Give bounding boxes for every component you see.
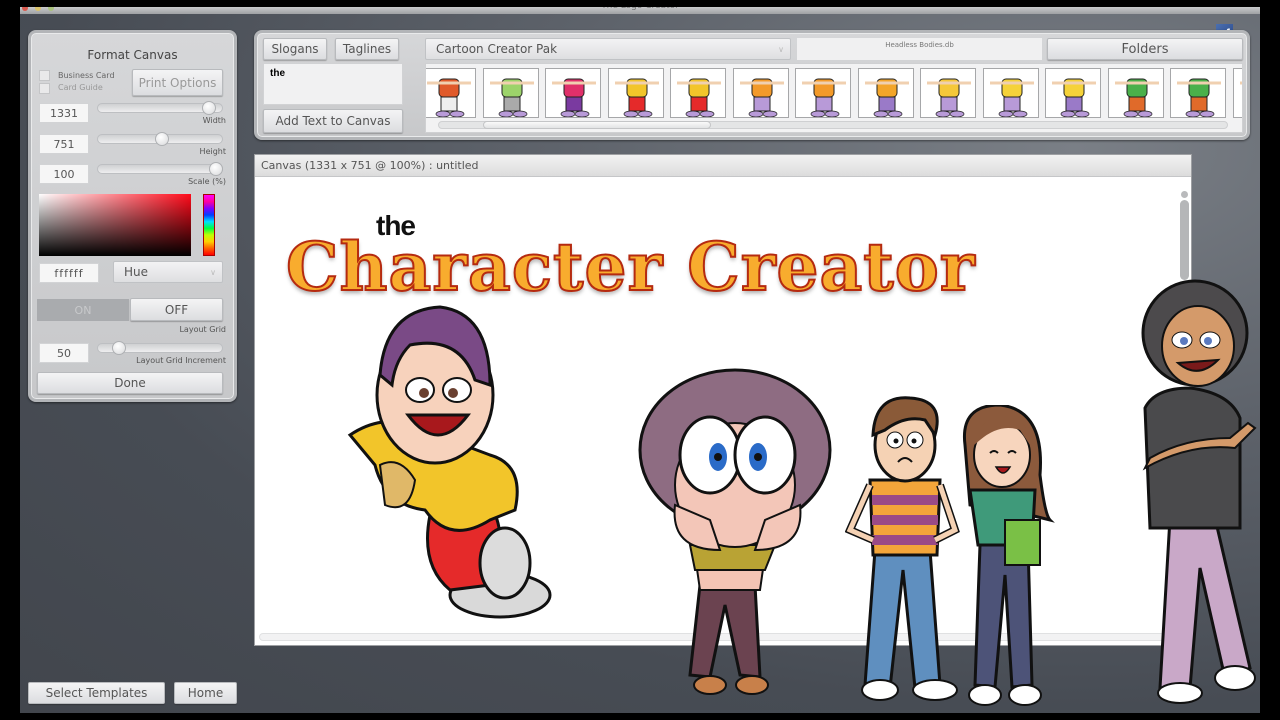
taglines-button[interactable]: Taglines (335, 38, 399, 60)
width-input[interactable]: 1331 (39, 103, 89, 123)
character-striped-shirt-boy[interactable] (845, 390, 965, 710)
grid-increment-slider[interactable] (97, 341, 223, 355)
hue-slider[interactable] (203, 194, 215, 256)
width-slider-thumb[interactable] (202, 101, 216, 115)
scale-input[interactable]: 100 (39, 164, 89, 184)
assets-panel: Slogans Taglines the Add Text to Canvas … (254, 30, 1250, 140)
thumbnail-yellow-dress-waving[interactable] (920, 68, 976, 118)
business-card-checkbox[interactable] (39, 70, 50, 81)
window-title: The Logo Creator (20, 7, 1260, 11)
grid-increment-input[interactable]: 50 (39, 343, 89, 363)
format-canvas-panel: Format Canvas Business Card Card Guide P… (28, 30, 237, 402)
thumbnail-yellow-dress-kicking[interactable] (1045, 68, 1101, 118)
thumbnail-pink-jacket-body[interactable] (545, 68, 601, 118)
text-input[interactable]: the (263, 63, 403, 105)
color-picker-field[interactable] (39, 194, 191, 256)
card-guide-checkbox[interactable] (39, 83, 50, 94)
select-templates-button[interactable]: Select Templates (28, 682, 165, 704)
thumbnail-scrollbar[interactable] (438, 121, 1228, 129)
thumbnail-green-shirt-orange-pants[interactable] (1170, 68, 1226, 118)
color-hex-input[interactable]: ffffff (39, 263, 99, 283)
done-button[interactable]: Done (37, 372, 223, 394)
chevron-down-icon: ∨ (210, 267, 216, 277)
height-slider-thumb[interactable] (155, 132, 169, 146)
title-bar: The Logo Creator (20, 7, 1260, 14)
grid-increment-label: Layout Grid Increment (136, 356, 226, 365)
database-name: Headless Bodies.db (797, 38, 1042, 60)
format-canvas-heading: Format Canvas (87, 48, 178, 62)
grid-increment-slider-thumb[interactable] (112, 341, 126, 355)
scale-slider-thumb[interactable] (209, 162, 223, 176)
character-girl-with-book[interactable] (950, 405, 1060, 710)
text-input-value: the (270, 68, 285, 79)
canvas-header: Canvas (1331 x 751 @ 100%) : untitled (255, 155, 1191, 177)
thumbnail-orange-dress-sitting[interactable] (857, 68, 914, 118)
chevron-down-icon: ∨ (778, 44, 784, 54)
height-input[interactable]: 751 (39, 134, 89, 154)
width-label: Width (202, 116, 226, 125)
thumbnail-orange-shirt-body[interactable] (426, 68, 476, 118)
business-card-label: Business Card (58, 71, 115, 80)
thumbnail-orange-dress-pointing[interactable] (732, 68, 789, 118)
pack-select[interactable]: Cartoon Creator Pak ∨ (425, 38, 791, 60)
width-slider[interactable] (97, 101, 223, 115)
layout-grid-off-button[interactable]: OFF (130, 298, 223, 321)
canvas-text-title[interactable]: Character Creator (285, 227, 976, 307)
thumbnail-yellow-shirt-red-pants-bending[interactable] (670, 68, 726, 118)
pack-select-value: Cartoon Creator Pak (436, 42, 558, 56)
thumbnail-yellow-dress-stretching[interactable] (982, 68, 1039, 118)
thumbnail-green-shirt-partial[interactable] (1232, 68, 1242, 118)
card-guide-label: Card Guide (58, 83, 103, 92)
thumbnail-scrollbar-handle[interactable] (483, 121, 711, 129)
color-mode-select[interactable]: Hue ∨ (113, 261, 223, 283)
thumbnail-green-shirt-body[interactable] (482, 68, 539, 118)
height-slider[interactable] (97, 132, 223, 146)
thumbnail-strip (425, 63, 1243, 133)
thumbnail-yellow-shirt-red-pants-leaning[interactable] (607, 68, 664, 118)
character-big-eyed-girl[interactable] (630, 355, 845, 700)
print-options-button[interactable]: Print Options (132, 69, 223, 96)
scale-label: Scale (%) (188, 177, 226, 186)
slogans-button[interactable]: Slogans (263, 38, 327, 60)
character-purple-hair-boy[interactable] (340, 305, 560, 635)
layout-grid-label: Layout Grid (179, 325, 226, 334)
color-mode-value: Hue (124, 265, 149, 279)
layout-grid-on-button[interactable]: ON (37, 299, 129, 321)
scale-slider[interactable] (97, 162, 223, 176)
character-curly-hair-guy[interactable] (1130, 268, 1260, 708)
height-label: Height (199, 147, 226, 156)
home-button[interactable]: Home (174, 682, 237, 704)
scroll-cap (1181, 191, 1188, 198)
add-text-to-canvas-button[interactable]: Add Text to Canvas (263, 109, 403, 133)
folders-button[interactable]: Folders (1047, 38, 1243, 60)
thumbnail-orange-dress-crossed[interactable] (795, 68, 851, 118)
thumbnail-green-shirt-holding-sign[interactable] (1107, 68, 1164, 118)
